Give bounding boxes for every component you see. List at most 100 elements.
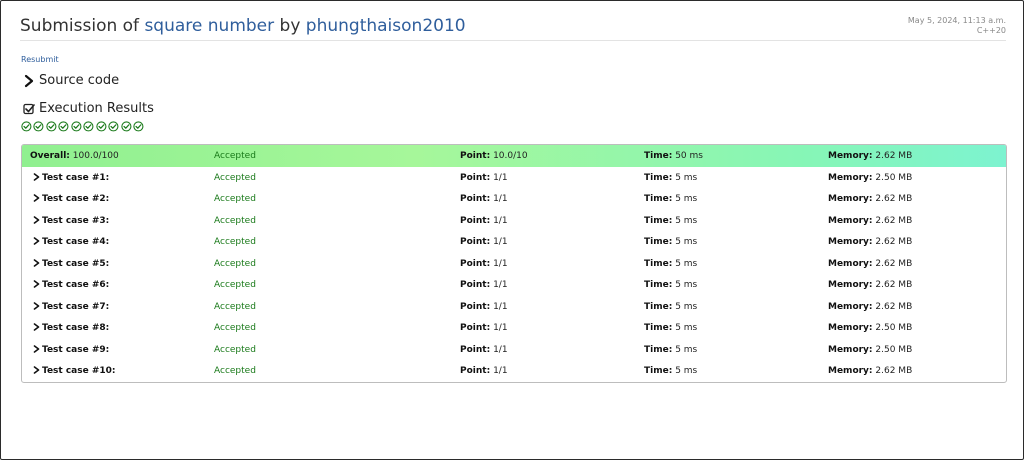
test-case-time-cell: Time: 5 ms [644, 280, 697, 290]
user-link[interactable]: phungthaison2010 [306, 16, 466, 36]
test-case-point-cell: Point: 1/1 [460, 280, 508, 290]
test-case-memory-cell: Memory: 2.62 MB [828, 366, 912, 376]
test-case-memory-cell: Memory: 2.62 MB [828, 194, 912, 204]
point-label: Point: [460, 151, 491, 161]
overall-label: Overall: [30, 151, 70, 161]
test-case-name-cell[interactable]: Test case #1: [33, 173, 109, 183]
overall-memory: 2.62 MB [875, 151, 913, 161]
memory-label: Memory: [828, 172, 873, 183]
point-label: Point: [460, 323, 491, 334]
test-case-row[interactable]: Test case #2: Accepted Point: 1/1 Time: 5 m… [22, 189, 1006, 211]
point-label: Point: [460, 215, 491, 226]
memory-label: Memory: [828, 344, 873, 355]
time-label: Time: [644, 237, 673, 248]
test-case-row[interactable]: Test case #5: Accepted Point: 1/1 Time: 5 m… [22, 253, 1006, 275]
problem-link[interactable]: square number [144, 16, 274, 36]
memory-label: Memory: [828, 237, 873, 248]
test-case-memory-cell: Memory: 2.62 MB [828, 302, 912, 312]
test-case-point-cell: Point: 1/1 [460, 194, 508, 204]
test-case-memory: 2.62 MB [875, 237, 913, 248]
check-circle-icon [121, 121, 132, 132]
test-case-point-cell: Point: 1/1 [460, 259, 508, 269]
test-case-name-cell[interactable]: Test case #7: [33, 302, 109, 312]
chevron-right-icon [24, 74, 34, 87]
test-case-point-cell: Point: 1/1 [460, 366, 508, 376]
memory-label: Memory: [828, 301, 873, 312]
point-label: Point: [460, 301, 491, 312]
test-case-name-cell[interactable]: Test case #9: [33, 345, 109, 355]
time-label: Time: [644, 280, 673, 291]
test-case-name-cell[interactable]: Test case #8: [33, 323, 109, 333]
page-header: Submission of square number by phungthai… [20, 8, 1006, 41]
test-case-point: 1/1 [493, 172, 508, 183]
test-case-row[interactable]: Test case #9: Accepted Point: 1/1 Time: 5 m… [22, 339, 1006, 361]
test-case-point-cell: Point: 1/1 [460, 237, 508, 247]
test-case-row[interactable]: Test case #4: Accepted Point: 1/1 Time: 5 m… [22, 232, 1006, 254]
test-case-time-cell: Time: 5 ms [644, 194, 697, 204]
overall-score: 100.0/100 [72, 151, 119, 161]
test-case-name: Test case #7: [42, 301, 110, 312]
test-case-memory: 2.50 MB [875, 323, 913, 334]
test-case-row[interactable]: Test case #7: Accepted Point: 1/1 Time: 5 m… [22, 296, 1006, 318]
overall-time: 50 ms [675, 151, 703, 161]
test-case-name-cell[interactable]: Test case #3: [33, 216, 109, 226]
test-case-name: Test case #6: [42, 280, 110, 291]
test-case-name-cell[interactable]: Test case #2: [33, 194, 109, 204]
title-prefix: Submission of [20, 16, 145, 36]
check-circle-icon [96, 121, 107, 132]
memory-label: Memory: [828, 323, 873, 334]
test-case-row[interactable]: Test case #1: Accepted Point: 1/1 Time: 5 m… [22, 167, 1006, 189]
test-case-time-cell: Time: 5 ms [644, 237, 697, 247]
test-case-name: Test case #2: [42, 194, 110, 205]
time-label: Time: [644, 344, 673, 355]
check-circle-icon [83, 121, 94, 132]
test-case-name-cell[interactable]: Test case #6: [33, 280, 109, 290]
test-case-time-cell: Time: 5 ms [644, 366, 697, 376]
source-code-label: Source code [39, 73, 120, 88]
case-status-icons [21, 121, 144, 132]
test-case-list: Test case #1: Accepted Point: 1/1 Time: 5 m… [22, 167, 1006, 382]
test-case-row[interactable]: Test case #10: Accepted Point: 1/1 Time: 5 … [22, 361, 1006, 383]
test-case-time: 5 ms [675, 280, 698, 291]
check-circle-icon [58, 121, 69, 132]
check-circle-icon [108, 121, 119, 132]
test-case-time: 5 ms [675, 366, 698, 377]
check-square-icon [23, 103, 35, 114]
test-case-status: Accepted [214, 172, 256, 183]
test-case-time: 5 ms [675, 344, 698, 355]
test-case-status: Accepted [214, 237, 256, 248]
test-case-memory: 2.50 MB [875, 172, 913, 183]
chevron-right-icon [33, 194, 40, 203]
test-case-time-cell: Time: 5 ms [644, 323, 697, 333]
check-circle-icon [33, 121, 44, 132]
memory-label: Memory: [828, 151, 873, 161]
time-label: Time: [644, 366, 673, 377]
memory-label: Memory: [828, 215, 873, 226]
test-case-row[interactable]: Test case #3: Accepted Point: 1/1 Time: 5 m… [22, 210, 1006, 232]
test-case-time: 5 ms [675, 215, 698, 226]
test-case-point: 1/1 [493, 344, 508, 355]
time-label: Time: [644, 301, 673, 312]
test-case-point: 1/1 [493, 258, 508, 269]
check-circle-icon [71, 121, 82, 132]
point-label: Point: [460, 366, 491, 377]
test-case-memory: 2.50 MB [875, 344, 913, 355]
test-case-name-cell[interactable]: Test case #4: [33, 237, 109, 247]
test-case-memory-cell: Memory: 2.50 MB [828, 345, 912, 355]
test-case-row[interactable]: Test case #6: Accepted Point: 1/1 Time: 5 m… [22, 275, 1006, 297]
chevron-right-icon [33, 344, 40, 353]
time-label: Time: [644, 151, 673, 161]
test-case-name-cell[interactable]: Test case #5: [33, 259, 109, 269]
test-case-point: 1/1 [493, 280, 508, 291]
test-case-name: Test case #9: [42, 344, 110, 355]
test-case-name: Test case #4: [42, 237, 110, 248]
point-label: Point: [460, 237, 491, 248]
test-case-name-cell[interactable]: Test case #10: [33, 366, 116, 376]
test-case-memory: 2.62 MB [875, 280, 913, 291]
submission-meta: May 5, 2024, 11:13 a.m. C++20 [908, 16, 1006, 36]
test-case-row[interactable]: Test case #8: Accepted Point: 1/1 Time: 5 m… [22, 318, 1006, 340]
check-circle-icon [21, 121, 32, 132]
resubmit-link[interactable]: Resubmit [21, 55, 59, 64]
source-code-toggle[interactable]: Source code [23, 73, 119, 88]
chevron-right-icon [33, 258, 40, 267]
